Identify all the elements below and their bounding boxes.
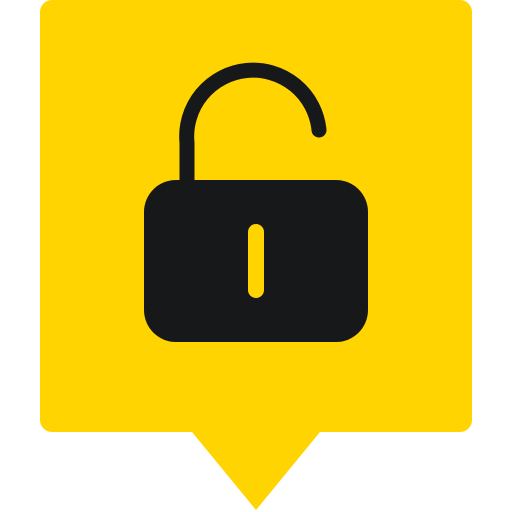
- keyhole-slot: [248, 224, 264, 298]
- icon-canvas: [0, 0, 512, 512]
- unlocked-padlock-map-pin-icon: [40, 0, 472, 510]
